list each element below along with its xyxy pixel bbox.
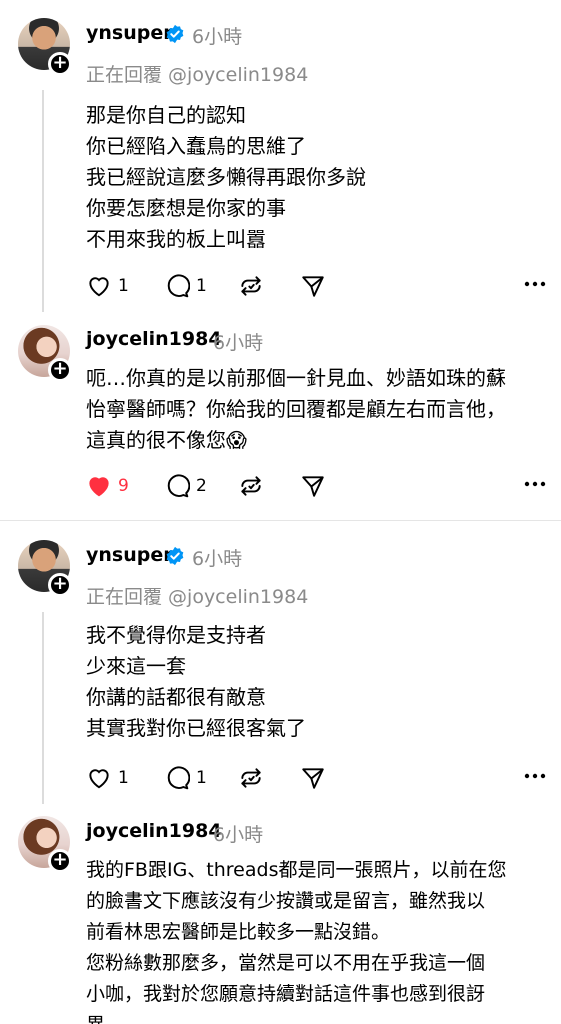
follow-plus-icon[interactable]: + xyxy=(48,849,72,873)
post-4: + joycelin1984 6小時 我的FB跟IG、threads都是同一張照… xyxy=(0,0,561,1024)
post-line: 的臉書文下應該沒有少按讚或是留言，雖然我以 xyxy=(86,890,486,912)
post-body: 我的FB跟IG、threads都是同一張照片，以前在您 的臉書文下應該沒有少按讚… xyxy=(86,855,548,1024)
post-line: 前看林思宏醫師是比較多一點沒錯。 xyxy=(86,921,391,943)
post-line: 您粉絲數那麼多，當然是可以不用在乎我這一個 xyxy=(86,952,486,974)
post-line: 小咖，我對於您願意持續對話這件事也感到很訝 xyxy=(86,983,486,1005)
post-username[interactable]: joycelin1984 xyxy=(86,820,222,842)
post-time: 6小時 xyxy=(213,824,264,846)
post-line: 我的FB跟IG、threads都是同一張照片，以前在您 xyxy=(86,859,507,881)
post-line: 異。 xyxy=(86,1010,548,1024)
